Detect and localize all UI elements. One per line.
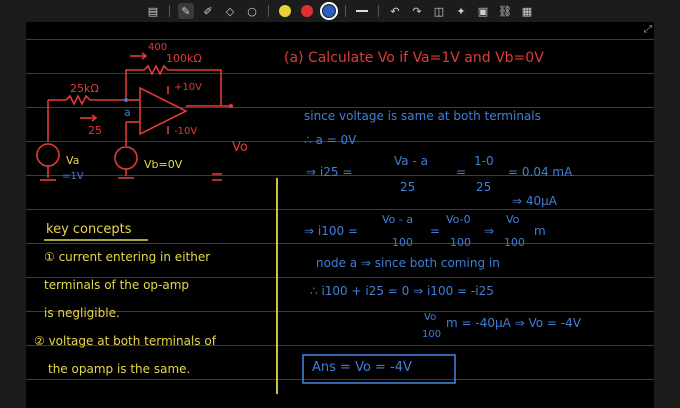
vo-label: Vo — [232, 140, 248, 155]
i25-boxed-result: ⇒ 40μA — [512, 194, 557, 208]
final-fraction-denominator: 100 — [422, 329, 442, 340]
i25-fraction-2-numerator: 1-0 — [474, 154, 494, 168]
sticker-icon[interactable]: ✦ — [453, 3, 469, 19]
highlighter-icon[interactable]: ✐ — [200, 3, 216, 19]
key-concept-2-line-2: the opamp is the same. — [48, 362, 191, 376]
input-current-label: 25 — [88, 124, 102, 137]
toolbar-divider — [268, 5, 269, 17]
i100-fraction-2-denominator: 100 — [450, 236, 471, 249]
i100-fraction-1-numerator: Vo - a — [382, 213, 414, 226]
undo-icon[interactable]: ↶ — [387, 3, 403, 19]
feedback-resistor-label: 100kΩ — [166, 52, 202, 65]
i100-unit: m — [534, 224, 546, 238]
lasso-icon[interactable]: ○ — [244, 3, 260, 19]
shape-icon[interactable]: ◫ — [431, 3, 447, 19]
redo-icon[interactable]: ↷ — [409, 3, 425, 19]
key-concept-2-line-1: ② voltage at both terminals of — [34, 334, 216, 348]
input-resistor — [65, 94, 91, 106]
va-label: Va — [66, 154, 80, 167]
implies-arrow: ⇒ — [484, 224, 495, 238]
vb-source — [114, 146, 138, 170]
i100-fraction-2-numerator: Vo-0 — [446, 213, 471, 226]
solution-line-1: since voltage is same at both terminals — [304, 109, 541, 123]
supply-negative-label: -10V — [174, 126, 198, 137]
final-fraction-numerator: Vo — [424, 312, 437, 323]
key-concepts-title: key concepts — [46, 222, 132, 237]
equals-sign: = — [456, 165, 467, 179]
color-swatch-yellow[interactable] — [277, 3, 293, 19]
equals-sign: = — [430, 224, 441, 238]
i100-fraction-3-numerator: Vo — [506, 213, 520, 226]
toolbar-divider — [169, 5, 170, 17]
answer-text: Ans = Vo = -4V — [312, 360, 412, 375]
key-concept-1-line-3: is negligible. — [44, 306, 120, 320]
vb-label: Vb=0V — [144, 158, 183, 171]
pen-icon[interactable]: ✎ — [178, 3, 194, 19]
i25-fraction-2-denominator: 25 — [476, 180, 492, 194]
feedback-resistor — [143, 64, 169, 76]
i25-fraction-1-numerator: Va - a — [394, 154, 428, 168]
toolbar-divider — [378, 5, 379, 17]
i100-fraction-3-denominator: 100 — [504, 236, 525, 249]
stroke-width-icon[interactable] — [354, 3, 370, 19]
link-icon[interactable]: ⛓ — [497, 3, 513, 19]
final-result-line: m = -40μA ⇒ Vo = -4V — [446, 316, 581, 330]
node-a-label: a — [124, 106, 131, 119]
question-text: (a) Calculate Vo if Va=1V and Vb=0V — [284, 50, 544, 66]
color-swatch-red[interactable] — [299, 3, 315, 19]
note-page[interactable]: ⤢ 400 100kΩ 25kΩ 25 a +10V -10V Va =1V V… — [26, 22, 654, 408]
solution-line-2: ∴ a = 0V — [304, 133, 357, 147]
supply-positive-label: +10V — [174, 82, 202, 93]
eraser-icon[interactable]: ◇ — [222, 3, 238, 19]
i100-fraction-1-denominator: 100 — [392, 236, 413, 249]
key-concept-1-line-2: terminals of the op-amp — [44, 278, 190, 292]
input-resistor-label: 25kΩ — [70, 82, 99, 95]
node-a-explanation: node a ⇒ since both coming in — [316, 256, 500, 270]
kcl-equation: ∴ i100 + i25 = 0 ⇒ i100 = -i25 — [310, 284, 494, 298]
feedback-current-label: 400 — [148, 42, 168, 53]
toolbar-divider — [345, 5, 346, 17]
top-toolbar: ▤ ✎ ✐ ◇ ○ ↶ ↷ ◫ ✦ ▣ ⛓ ▦ — [0, 0, 680, 22]
feedback-wire — [125, 69, 144, 76]
node-a-dot — [124, 98, 128, 102]
va-value-label: =1V — [62, 171, 84, 182]
image-icon[interactable]: ▣ — [475, 3, 491, 19]
va-source — [36, 143, 60, 167]
i25-result: = 0.04 mA — [508, 165, 573, 179]
circuit-diagram — [36, 52, 456, 394]
text-box-icon[interactable]: ▦ — [519, 3, 535, 19]
output-dot — [229, 104, 233, 108]
key-concept-1-line-1: ① current entering in either — [44, 250, 211, 264]
sidebar-icon[interactable]: ▤ — [145, 3, 161, 19]
i25-label: ⇒ i25 = — [306, 165, 353, 179]
color-swatch-blue[interactable] — [320, 2, 338, 20]
i25-fraction-1-denominator: 25 — [400, 180, 416, 194]
i100-label: ⇒ i100 = — [304, 224, 358, 238]
